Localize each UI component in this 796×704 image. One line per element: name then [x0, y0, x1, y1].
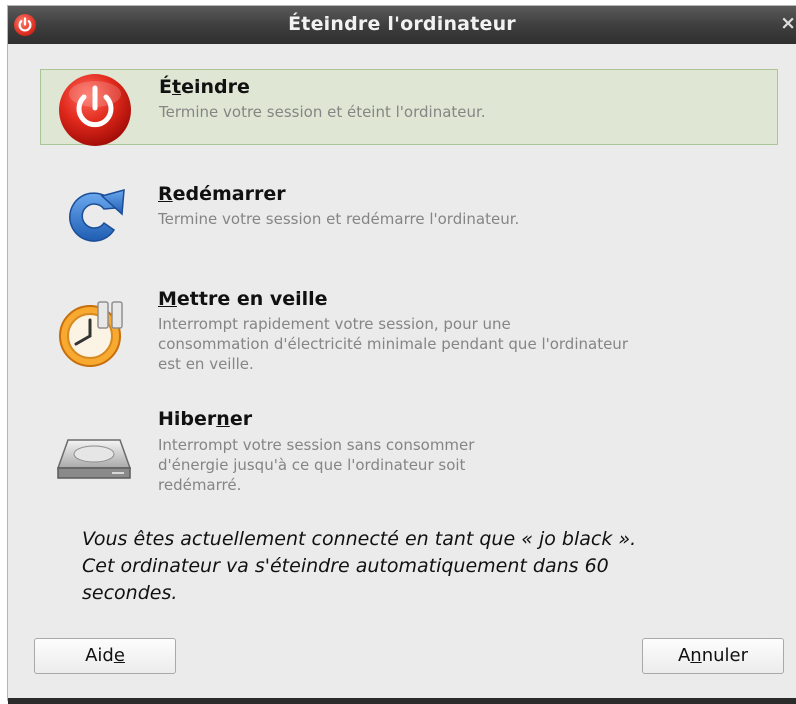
- option-title: Redémarrer: [158, 183, 286, 205]
- close-icon[interactable]: ×: [780, 12, 796, 34]
- hard-disk-icon: [54, 418, 132, 494]
- option-description: Interrompt rapidement votre session, pou…: [158, 315, 628, 373]
- option-title: Hiberner: [158, 408, 253, 430]
- title-bar: Éteindre l'ordinateur ×: [8, 6, 796, 44]
- session-notice: Vous êtes actuellement connecté en tant …: [82, 528, 637, 604]
- desktop-panel-strip: [8, 698, 796, 704]
- option-description: Interrompt votre session sans consommer …: [158, 436, 475, 494]
- option-description: Termine votre session et éteint l'ordina…: [159, 103, 486, 121]
- cancel-button[interactable]: Annuler: [642, 638, 784, 674]
- option-shutdown[interactable]: Éteindre Termine votre session et éteint…: [40, 69, 778, 148]
- suspend-clock-icon: [54, 292, 130, 368]
- option-hibernate[interactable]: Hiberner Interrompt votre session sans c…: [40, 406, 778, 506]
- option-suspend[interactable]: Mettre en veille Interrompt rapidement v…: [40, 282, 778, 382]
- shutdown-dialog: Éteindre l'ordinateur × Éteindre Termine…: [8, 6, 796, 700]
- option-restart[interactable]: Redémarrer Termine votre session et redé…: [40, 176, 778, 256]
- window-title: Éteindre l'ordinateur: [288, 13, 516, 35]
- option-title: Éteindre: [159, 76, 250, 98]
- help-button[interactable]: Aide: [34, 638, 176, 674]
- option-title: Mettre en veille: [158, 288, 328, 310]
- power-icon: [57, 72, 133, 148]
- option-description: Termine votre session et redémarre l'ord…: [158, 210, 520, 228]
- restart-icon: [56, 178, 132, 254]
